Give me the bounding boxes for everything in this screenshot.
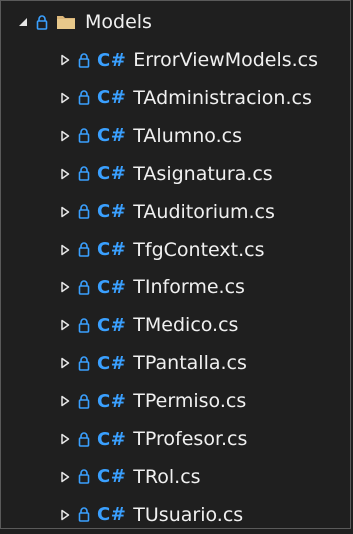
file-label: TPermiso.cs: [133, 390, 247, 413]
file-row[interactable]: C# TPermiso.cs: [57, 382, 246, 420]
file-label: TfgContext.cs: [133, 238, 265, 261]
file-label: ErrorViewModels.cs: [133, 49, 319, 71]
file-label: TMedico.cs: [133, 314, 239, 337]
file-label: TUsuario.cs: [133, 503, 244, 526]
expanded-arrow-icon[interactable]: [15, 14, 31, 30]
file-row[interactable]: C# ErrorViewModels.cs: [57, 41, 318, 79]
csharp-file-icon: C#: [97, 276, 127, 298]
folder-row-models[interactable]: Models: [15, 3, 152, 41]
solution-explorer-panel: Models C# ErrorViewModels.cs C# TAdministra…: [0, 0, 351, 529]
file-label: TAlumno.cs: [133, 124, 242, 147]
file-row[interactable]: C# TfgContext.cs: [57, 231, 264, 269]
csharp-file-icon: C#: [97, 49, 127, 71]
csharp-file-icon: C#: [97, 239, 127, 260]
file-row[interactable]: C# TUsuario.cs: [57, 496, 243, 534]
file-row[interactable]: C# TPantalla.cs: [57, 344, 247, 382]
csharp-file-icon: C#: [97, 201, 127, 223]
collapsed-arrow-icon[interactable]: [57, 469, 73, 485]
collapsed-arrow-icon[interactable]: [57, 431, 73, 447]
file-label: TPantalla.cs: [133, 352, 247, 375]
file-row[interactable]: C# TAdministracion.cs: [57, 79, 312, 117]
collapsed-arrow-icon[interactable]: [57, 393, 73, 409]
lock-icon: [77, 90, 91, 106]
file-row[interactable]: C# TAuditorium.cs: [57, 193, 275, 231]
collapsed-arrow-icon[interactable]: [57, 166, 73, 182]
csharp-file-icon: C#: [97, 390, 127, 412]
lock-icon: [77, 469, 91, 485]
file-label: TRol.cs: [133, 465, 201, 488]
collapsed-arrow-icon[interactable]: [57, 242, 73, 258]
lock-icon: [77, 128, 91, 144]
folder-label: Models: [85, 11, 152, 33]
collapsed-arrow-icon[interactable]: [57, 317, 73, 333]
csharp-file-icon: C#: [97, 352, 127, 374]
lock-icon: [77, 507, 91, 523]
collapsed-arrow-icon[interactable]: [57, 52, 73, 68]
collapsed-arrow-icon[interactable]: [57, 507, 73, 523]
file-label: TAsignatura.cs: [133, 162, 273, 185]
csharp-file-icon: C#: [97, 87, 127, 109]
lock-icon: [77, 52, 91, 68]
csharp-file-icon: C#: [97, 125, 127, 147]
lock-icon: [77, 166, 91, 182]
lock-icon: [77, 431, 91, 447]
collapsed-arrow-icon[interactable]: [57, 279, 73, 295]
lock-icon: [35, 14, 49, 30]
collapsed-arrow-icon[interactable]: [57, 204, 73, 220]
file-row[interactable]: C# TInforme.cs: [57, 268, 245, 306]
file-row[interactable]: C# TProfesor.cs: [57, 420, 247, 458]
file-row[interactable]: C# TAsignatura.cs: [57, 155, 273, 193]
csharp-file-icon: C#: [97, 428, 127, 450]
lock-icon: [77, 317, 91, 333]
file-row[interactable]: C# TAlumno.cs: [57, 117, 242, 155]
lock-icon: [77, 279, 91, 295]
collapsed-arrow-icon[interactable]: [57, 128, 73, 144]
collapsed-arrow-icon[interactable]: [57, 355, 73, 371]
csharp-file-icon: C#: [97, 163, 127, 185]
file-row[interactable]: C# TRol.cs: [57, 458, 201, 496]
lock-icon: [77, 393, 91, 409]
folder-icon: [55, 13, 77, 31]
file-row[interactable]: C# TMedico.cs: [57, 306, 238, 344]
file-label: TInforme.cs: [133, 276, 245, 299]
lock-icon: [77, 355, 91, 371]
file-label: TAdministracion.cs: [133, 86, 312, 109]
csharp-file-icon: C#: [97, 466, 127, 488]
csharp-file-icon: C#: [97, 314, 127, 336]
file-label: TAuditorium.cs: [133, 200, 275, 223]
lock-icon: [77, 242, 91, 258]
lock-icon: [77, 204, 91, 220]
collapsed-arrow-icon[interactable]: [57, 90, 73, 106]
csharp-file-icon: C#: [97, 504, 127, 526]
file-label: TProfesor.cs: [133, 428, 248, 450]
